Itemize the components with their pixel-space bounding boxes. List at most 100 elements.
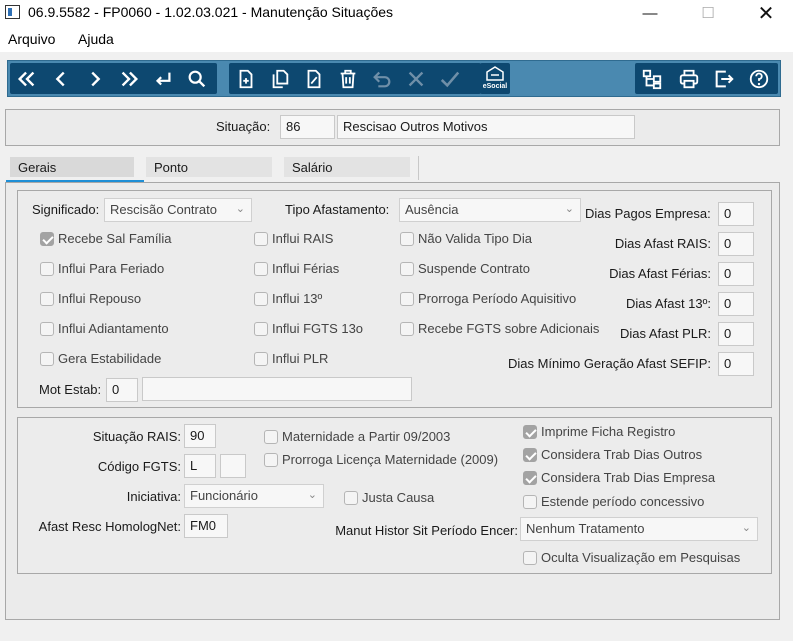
checkbox-icon	[523, 424, 537, 439]
dias-afast-plr-field[interactable]: 0	[718, 322, 754, 346]
cb-recebe-fgts-adicionais[interactable]: Recebe FGTS sobre Adicionais	[400, 321, 599, 336]
dias-afast-13-label: Dias Afast 13º:	[626, 296, 711, 311]
checkbox-icon	[254, 231, 268, 246]
undo-icon[interactable]	[367, 63, 397, 94]
checkbox-icon	[40, 351, 54, 366]
help-icon[interactable]	[744, 63, 774, 94]
exit-icon[interactable]	[709, 63, 739, 94]
manut-select[interactable]: Nenhum Tratamento ⌄	[520, 517, 758, 541]
cod-fgts-field[interactable]: L	[184, 454, 216, 478]
situacao-code-field[interactable]: 86	[280, 115, 335, 139]
cancel-icon[interactable]	[401, 63, 431, 94]
nav-group	[10, 63, 217, 94]
print-icon[interactable]	[674, 63, 704, 94]
cb-influi-fgts-13o[interactable]: Influi FGTS 13o	[254, 321, 363, 336]
checkbox-icon	[254, 291, 268, 306]
cb-influi-rais[interactable]: Influi RAIS	[254, 231, 333, 246]
cb-influi-adiantamento[interactable]: Influi Adiantamento	[40, 321, 169, 336]
new-record-icon[interactable]	[231, 63, 261, 94]
menu-bar: Arquivo Ajuda	[0, 26, 793, 52]
maximize-icon[interactable]: ☐	[683, 0, 733, 26]
checkbox-icon	[523, 494, 537, 509]
last-record-icon[interactable]	[114, 63, 144, 94]
cb-label: Influi FGTS 13o	[272, 321, 364, 336]
checkbox-icon	[400, 321, 414, 336]
dias-pagos-label: Dias Pagos Empresa:	[585, 206, 711, 221]
sit-rais-field[interactable]: 90	[184, 424, 216, 448]
cod-fgts-field-2[interactable]	[220, 454, 246, 478]
goto-record-icon[interactable]	[148, 63, 178, 94]
sit-rais-label: Situação RAIS:	[92, 429, 181, 444]
cb-gera-estabilidade[interactable]: Gera Estabilidade	[40, 351, 161, 366]
dias-afast-13-field[interactable]: 0	[718, 292, 754, 316]
cb-prorroga-maternidade[interactable]: Prorroga Licença Maternidade (2009)	[264, 452, 498, 467]
significado-label: Significado:	[32, 202, 100, 217]
iniciativa-select[interactable]: Funcionário ⌄	[184, 484, 324, 508]
tab-ponto-label: Ponto	[154, 160, 188, 175]
cb-estende-periodo[interactable]: Estende período concessivo	[523, 494, 704, 509]
cb-label: Considera Trab Dias Empresa	[541, 470, 716, 485]
chevron-down-icon: ⌄	[741, 522, 751, 534]
cb-label: Gera Estabilidade	[58, 351, 162, 366]
mot-estab-label: Mot Estab:	[39, 382, 102, 397]
cb-nao-valida-tipo-dia[interactable]: Não Valida Tipo Dia	[400, 231, 532, 246]
delete-icon[interactable]	[333, 63, 363, 94]
tab-ponto[interactable]: Ponto	[146, 155, 272, 181]
esocial-label: eSocial	[482, 83, 508, 90]
cb-maternidade-2003[interactable]: Maternidade a Partir 09/2003	[264, 429, 450, 444]
confirm-icon[interactable]	[435, 63, 465, 94]
cb-influi-13[interactable]: Influi 13º	[254, 291, 322, 306]
search-icon[interactable]	[182, 63, 212, 94]
cb-suspende-contrato[interactable]: Suspende Contrato	[400, 261, 530, 276]
cb-influi-repouso[interactable]: Influi Repouso	[40, 291, 141, 306]
esocial-button[interactable]: eSocial	[480, 63, 510, 94]
cb-oculta-visualizacao[interactable]: Oculta Visualização em Pesquisas	[523, 550, 740, 565]
previous-record-icon[interactable]	[46, 63, 76, 94]
cb-influi-para-feriado[interactable]: Influi Para Feriado	[40, 261, 164, 276]
cb-imprime-ficha[interactable]: Imprime Ficha Registro	[523, 424, 675, 439]
dias-minimo-sefip-field[interactable]: 0	[718, 352, 754, 376]
tipo-afast-select[interactable]: Ausência ⌄	[399, 198, 581, 222]
cb-label: Imprime Ficha Registro	[541, 424, 676, 439]
copy-record-icon[interactable]	[265, 63, 295, 94]
chevron-down-icon: ⌄	[564, 203, 574, 215]
cb-label: Recebe Sal Família	[58, 231, 172, 246]
first-record-icon[interactable]	[12, 63, 42, 94]
cb-label: Estende período concessivo	[541, 494, 705, 509]
minimize-icon[interactable]: —	[625, 0, 675, 26]
cb-recebe-sal-familia[interactable]: Recebe Sal Família	[40, 231, 171, 246]
cb-label: Influi RAIS	[272, 231, 334, 246]
cb-justa-causa[interactable]: Justa Causa	[344, 490, 434, 505]
close-icon[interactable]: ✕	[741, 0, 791, 26]
cb-influi-ferias[interactable]: Influi Férias	[254, 261, 339, 276]
tab-gerais-label: Gerais	[18, 160, 57, 175]
window-title: 06.9.5582 - FP0060 - 1.02.03.021 - Manut…	[28, 4, 394, 20]
checkbox-icon	[264, 452, 278, 467]
checkbox-icon	[400, 291, 414, 306]
cb-considera-empresa[interactable]: Considera Trab Dias Empresa	[523, 470, 715, 485]
checkbox-icon	[523, 470, 537, 485]
situacao-desc-field[interactable]: Rescisao Outros Motivos	[337, 115, 635, 139]
mot-estab-desc-field[interactable]	[142, 377, 412, 401]
cb-label: Influi Para Feriado	[58, 261, 165, 276]
tab-salario[interactable]: Salário	[284, 155, 410, 181]
dias-afast-rais-field[interactable]: 0	[718, 232, 754, 256]
afast-homolog-label: Afast Resc HomologNet:	[38, 519, 181, 534]
structure-icon[interactable]	[637, 63, 667, 94]
afast-homolog-field[interactable]: FM0	[184, 514, 228, 538]
menu-arquivo[interactable]: Arquivo	[8, 31, 55, 47]
mot-estab-code-field[interactable]: 0	[106, 378, 138, 402]
dias-pagos-field[interactable]: 0	[718, 202, 754, 226]
edit-record-icon[interactable]	[299, 63, 329, 94]
next-record-icon[interactable]	[80, 63, 110, 94]
cb-prorroga-periodo[interactable]: Prorroga Período Aquisitivo	[400, 291, 576, 306]
cb-considera-outros[interactable]: Considera Trab Dias Outros	[523, 447, 702, 462]
cb-influi-plr[interactable]: Influi PLR	[254, 351, 328, 366]
dias-afast-ferias-field[interactable]: 0	[718, 262, 754, 286]
situacao-label: Situação:	[216, 119, 271, 134]
menu-ajuda[interactable]: Ajuda	[78, 31, 114, 47]
significado-select[interactable]: Rescisão Contrato ⌄	[104, 198, 252, 222]
checkbox-icon	[344, 490, 358, 505]
cb-label: Considera Trab Dias Outros	[541, 447, 703, 462]
tab-gerais[interactable]: Gerais	[10, 155, 134, 181]
